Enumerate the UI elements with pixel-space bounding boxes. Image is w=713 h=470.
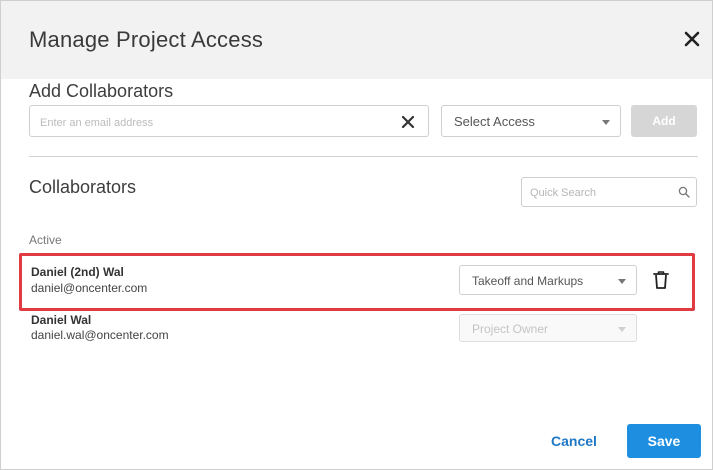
delete-collaborator-button[interactable] [652, 270, 670, 290]
quick-search-container [521, 177, 697, 207]
dialog-header: Manage Project Access [1, 1, 712, 79]
search-icon[interactable] [678, 186, 690, 198]
collaborator-access-select: Project Owner [459, 314, 637, 342]
collaborator-access-label: Project Owner [472, 322, 549, 336]
email-field-container [29, 105, 429, 137]
close-button[interactable] [681, 28, 703, 50]
chevron-down-icon [618, 327, 626, 332]
cancel-button[interactable]: Cancel [539, 427, 609, 455]
collaborators-heading: Collaborators [29, 177, 137, 197]
close-icon [684, 31, 700, 47]
access-select[interactable]: Select Access [441, 105, 621, 137]
email-input[interactable] [38, 112, 392, 134]
save-button[interactable]: Save [627, 424, 701, 458]
collaborator-email: daniel.wal@oncenter.com [31, 328, 169, 342]
collaborator-access-label: Takeoff and Markups [472, 274, 584, 288]
section-divider [29, 156, 698, 157]
chevron-down-icon [618, 279, 626, 284]
collaborator-name: Daniel Wal [31, 313, 92, 327]
clear-email-button[interactable] [399, 113, 417, 131]
collaborator-name: Daniel (2nd) Wal [31, 265, 124, 279]
manage-project-access-dialog: Manage Project Access Add Collaborators … [0, 0, 713, 470]
trash-icon [653, 271, 669, 289]
access-select-label: Select Access [454, 114, 535, 129]
add-button[interactable]: Add [631, 105, 697, 137]
dialog-title: Manage Project Access [29, 27, 264, 52]
collaborator-email: daniel@oncenter.com [31, 281, 148, 295]
clear-icon [401, 115, 415, 129]
active-section-label: Active [29, 233, 62, 247]
collaborator-access-select[interactable]: Takeoff and Markups [459, 265, 637, 295]
add-collaborators-heading: Add Collaborators [29, 81, 174, 101]
quick-search-input[interactable] [528, 183, 667, 203]
chevron-down-icon [602, 120, 610, 125]
